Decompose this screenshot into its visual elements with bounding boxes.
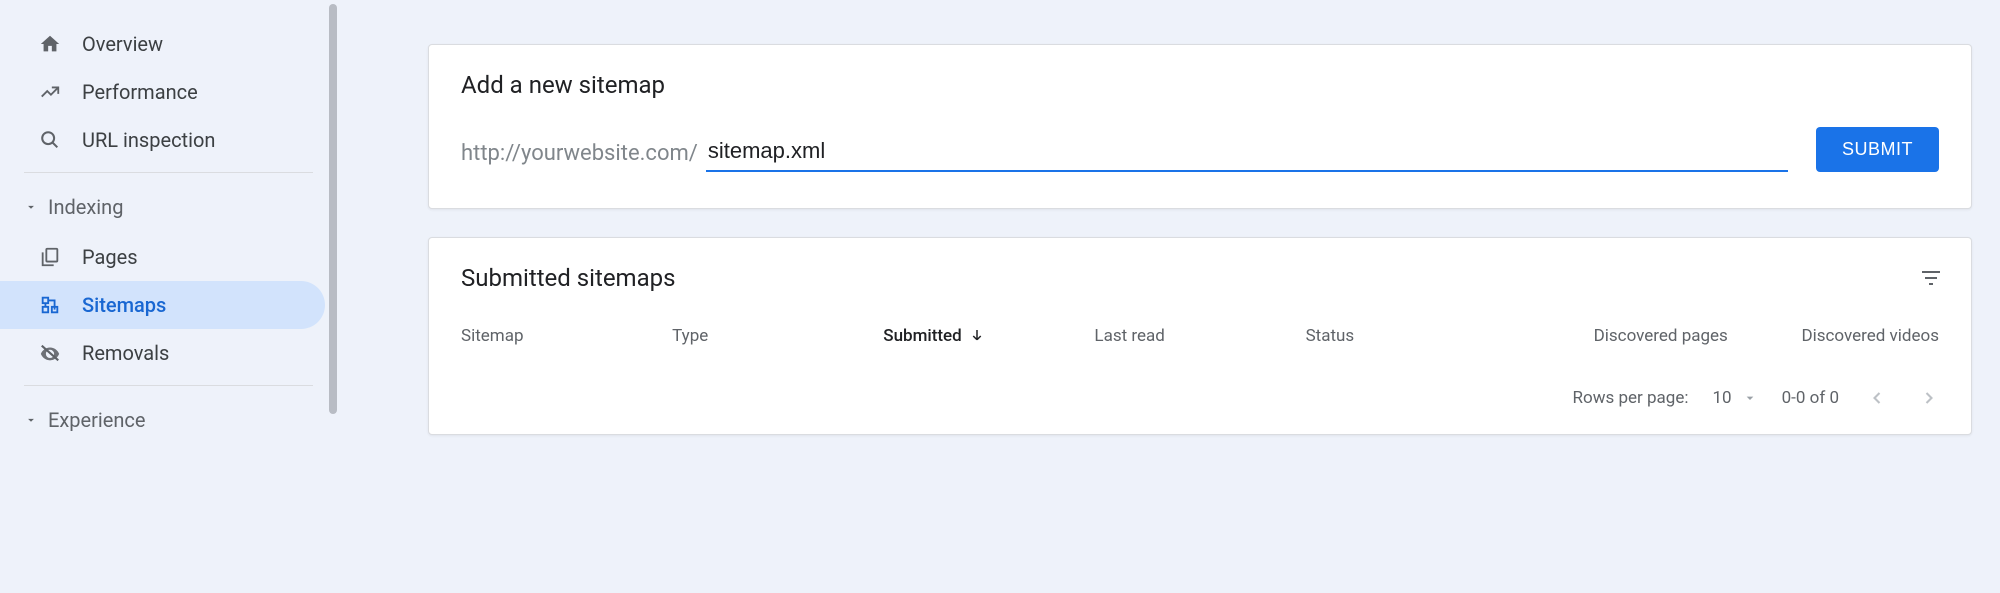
filter-icon[interactable] [1919, 266, 1943, 290]
sitemap-url-input[interactable] [706, 134, 1788, 172]
next-page-button[interactable] [1915, 384, 1943, 412]
search-icon [38, 128, 62, 152]
pagination: Rows per page: 10 0-0 of 0 [429, 364, 1971, 434]
divider [24, 172, 313, 173]
add-sitemap-card: Add a new sitemap http://yourwebsite.com… [428, 44, 1972, 209]
th-sitemap[interactable]: Sitemap [461, 326, 672, 346]
submitted-sitemaps-card: Submitted sitemaps Sitemap Type Submitte… [428, 237, 1972, 435]
dropdown-icon [1742, 390, 1758, 406]
visibility-off-icon [38, 341, 62, 365]
scrollbar-thumb[interactable] [329, 4, 337, 414]
pagination-range: 0-0 of 0 [1782, 388, 1839, 408]
submit-button[interactable]: SUBMIT [1816, 127, 1939, 172]
main-content: Add a new sitemap http://yourwebsite.com… [338, 0, 2000, 593]
th-submitted[interactable]: Submitted [883, 326, 1094, 346]
nav-sitemaps[interactable]: Sitemaps [0, 281, 325, 329]
sidebar: Overview Performance URL inspection Inde… [0, 0, 338, 593]
th-last-read[interactable]: Last read [1094, 326, 1305, 346]
rows-value: 10 [1712, 388, 1731, 408]
divider [24, 385, 313, 386]
rows-per-page-label: Rows per page: [1573, 388, 1689, 408]
nav-label: URL inspection [82, 128, 215, 152]
th-status[interactable]: Status [1306, 326, 1517, 346]
nav-label: Pages [82, 245, 138, 269]
url-prefix: http://yourwebsite.com/ [461, 141, 698, 172]
chevron-down-icon [22, 198, 40, 216]
chevron-down-icon [22, 411, 40, 429]
th-discovered-videos[interactable]: Discovered videos [1728, 326, 1939, 346]
nav-url-inspection[interactable]: URL inspection [0, 116, 325, 164]
submitted-title: Submitted sitemaps [461, 264, 676, 292]
nav-removals[interactable]: Removals [0, 329, 325, 377]
nav-label: Overview [82, 32, 163, 56]
nav-pages[interactable]: Pages [0, 233, 325, 281]
section-label: Experience [48, 408, 146, 432]
pages-icon [38, 245, 62, 269]
add-sitemap-row: http://yourwebsite.com/ SUBMIT [429, 99, 1971, 208]
section-label: Indexing [48, 195, 123, 219]
prev-page-button[interactable] [1863, 384, 1891, 412]
section-experience[interactable]: Experience [0, 394, 337, 446]
th-discovered-pages[interactable]: Discovered pages [1517, 326, 1728, 346]
card-header: Submitted sitemaps [429, 238, 1971, 296]
sidebar-scrollbar[interactable] [327, 0, 337, 593]
rows-per-page-select[interactable]: 10 [1712, 388, 1757, 408]
table-header-row: Sitemap Type Submitted Last read Status … [429, 296, 1971, 364]
sitemap-icon [38, 293, 62, 317]
nav-overview[interactable]: Overview [0, 20, 325, 68]
th-submitted-label: Submitted [883, 326, 961, 346]
add-sitemap-title: Add a new sitemap [429, 45, 1971, 99]
trending-icon [38, 80, 62, 104]
nav-label: Removals [82, 341, 169, 365]
nav-label: Sitemaps [82, 293, 166, 317]
nav-performance[interactable]: Performance [0, 68, 325, 116]
section-indexing[interactable]: Indexing [0, 181, 337, 233]
arrow-down-icon [968, 327, 986, 345]
th-type[interactable]: Type [672, 326, 883, 346]
home-icon [38, 32, 62, 56]
nav-label: Performance [82, 80, 198, 104]
